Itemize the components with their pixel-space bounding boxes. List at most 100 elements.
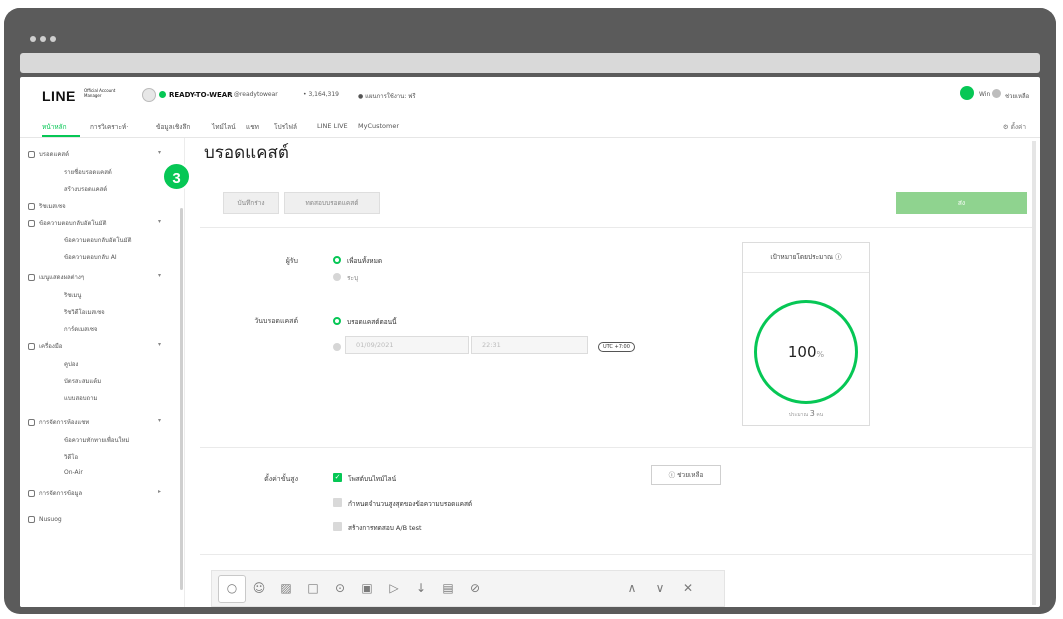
line-logo[interactable]: LINE: [42, 88, 76, 104]
sidebar-item-survey[interactable]: แบบสอบถาม: [64, 393, 98, 403]
help-link[interactable]: ช่วยเหลือ: [1005, 91, 1029, 101]
settings-link[interactable]: ⚙ ตั้งค่า: [1003, 122, 1026, 132]
friend-count: • 3,164,319: [303, 91, 339, 98]
chevron-down-icon[interactable]: ▾: [158, 341, 161, 348]
title-bar: [4, 8, 1056, 48]
sidebar-item-menus[interactable]: เมนูแสดงผลต่างๆ: [28, 272, 84, 282]
tab-insights[interactable]: ข้อมูลเชิงลึก: [156, 122, 190, 132]
close-icon[interactable]: ✕: [680, 580, 696, 596]
tools-icon: [28, 343, 35, 350]
message-toolbar: ○ ☺ ▨ □ ⊙ ▣ ▷ ↓ ▤ ⊘ ∧ ∨ ✕: [211, 570, 725, 607]
rich-message-icon[interactable]: ▣: [359, 580, 375, 596]
date-label: วันบรอดแคสต์: [254, 317, 298, 325]
top-header: LINE Official Account Manager READY-TO-W…: [20, 77, 1040, 115]
checkbox-limit[interactable]: [333, 498, 342, 507]
survey-icon[interactable]: ▤: [440, 580, 456, 596]
sidebar-item-coupon[interactable]: คูปอง: [64, 359, 78, 369]
sidebar-item-rich-message[interactable]: ริชเมสเซจ: [28, 201, 66, 211]
sidebar-item-data-mgmt[interactable]: การจัดการข้อมูล: [28, 488, 82, 498]
voice-icon[interactable]: ↓: [413, 580, 429, 596]
advanced-label: ตั้งค่าขั้นสูง: [264, 475, 298, 483]
test-broadcast-button[interactable]: ทดสอบบรอดแคสต์: [284, 192, 380, 214]
checkbox-ab-test[interactable]: [333, 522, 342, 531]
chevron-down-icon[interactable]: ▾: [158, 149, 161, 156]
account-avatar[interactable]: [142, 88, 156, 102]
user-status-icon[interactable]: [960, 86, 974, 100]
sidebar-item-rich-menu[interactable]: ริชเมนู: [64, 290, 81, 300]
estimate-note-pre: ประมาณ: [788, 412, 809, 418]
date-input[interactable]: 01/09/2021: [345, 336, 469, 354]
sidebar-item-label: บรอดแคสต์: [39, 151, 69, 158]
link-icon[interactable]: ⊘: [467, 580, 483, 596]
sidebar-item-card-message[interactable]: การ์ดเมสเซจ: [64, 324, 97, 334]
tab-analytics[interactable]: การวิเคราะห์·: [90, 122, 128, 132]
menu-icon: [28, 274, 35, 281]
time-input[interactable]: 22:31: [471, 336, 588, 354]
account-id[interactable]: ▾ @readytowear: [229, 91, 278, 98]
tab-home[interactable]: หน้าหลัก: [42, 122, 67, 132]
radio-send-now[interactable]: [333, 317, 341, 325]
sidebar-item-chat-settings[interactable]: การจัดการห้องแชท: [28, 417, 89, 427]
sidebar-item-auto-reply[interactable]: ข้อความตอบกลับอัตโนมัติ: [28, 218, 107, 228]
chevron-down-icon[interactable]: ▾: [158, 272, 161, 279]
sidebar-item-broadcast[interactable]: บรอดแคสต์: [28, 149, 69, 159]
image-icon[interactable]: ▨: [278, 580, 294, 596]
broadcast-icon: [28, 151, 35, 158]
sidebar-item-broadcast-list[interactable]: รายชื่อบรอดแคสต์: [64, 167, 112, 177]
option-limit[interactable]: กำหนดจำนวนสูงสุดของข้อความบรอดแคสต์: [348, 499, 472, 509]
tab-chat[interactable]: แชท: [246, 122, 259, 132]
sidebar-item-video[interactable]: วิดีโอ: [64, 452, 78, 462]
coupon-icon[interactable]: ⊙: [332, 580, 348, 596]
sidebar-item-auto-reply-msg[interactable]: ข้อความตอบกลับอัตโนมัติ: [64, 235, 132, 245]
option-all-friends[interactable]: เพื่อนทั้งหมด: [347, 256, 382, 266]
radio-specify[interactable]: [333, 273, 341, 281]
video-icon[interactable]: ▷: [386, 580, 402, 596]
window-dot-icon[interactable]: [40, 36, 46, 42]
sidebar-item-tools[interactable]: เครื่องมือ: [28, 341, 62, 351]
send-button[interactable]: ส่ง: [896, 192, 1027, 214]
verified-badge-icon: [159, 91, 166, 98]
sidebar-item-more[interactable]: Nusuog: [28, 516, 62, 523]
account-name[interactable]: READY-TO-WEAR: [169, 91, 233, 99]
main-scrollbar[interactable]: [1032, 141, 1036, 605]
window-dot-icon[interactable]: [30, 36, 36, 42]
sidebar-item-onair[interactable]: On-Air: [64, 469, 83, 476]
checkbox-timeline[interactable]: ✓: [333, 473, 342, 482]
sidebar-item-greeting[interactable]: ข้อความทักทายเพื่อนใหม่: [64, 435, 129, 445]
sidebar-item-auto-reply-ai[interactable]: ข้อความตอบกลับ AI: [64, 252, 117, 262]
sticker-icon[interactable]: ☺: [251, 580, 267, 596]
sidebar-item-reward-card[interactable]: บัตรสะสมแต้ม: [64, 376, 101, 386]
tab-profile[interactable]: โปรไฟล์: [274, 122, 297, 132]
text-icon[interactable]: ○: [224, 580, 240, 596]
sidebar-item-rich-video[interactable]: ริชวิดีโอเมสเซจ: [64, 307, 105, 317]
sidebar-item-broadcast-create[interactable]: สร้างบรอดแคสต์: [64, 184, 107, 194]
more-icon: [28, 516, 35, 523]
option-specify[interactable]: ระบุ: [347, 273, 358, 283]
chevron-down-icon[interactable]: ▾: [158, 417, 161, 424]
help-button[interactable]: ⓘ ช่วยเหลือ: [651, 465, 721, 485]
chevron-down-icon[interactable]: ▾: [158, 218, 161, 225]
estimate-title: เป้าหมายโดยประมาณ ⓘ: [743, 243, 869, 273]
radio-schedule[interactable]: [333, 343, 341, 351]
window-dot-icon[interactable]: [50, 36, 56, 42]
main-nav: หน้าหลัก การวิเคราะห์· ข้อมูลเชิงลึก ไทม…: [20, 115, 1040, 138]
tab-timeline[interactable]: ไทม์ไลน์: [212, 122, 236, 132]
sidebar-item-label: การจัดการข้อมูล: [39, 490, 83, 497]
chevron-up-icon[interactable]: ∧: [624, 580, 640, 596]
recipients-label: ผู้รับ: [285, 257, 298, 265]
chevron-right-icon[interactable]: ▸: [158, 488, 161, 495]
option-send-now[interactable]: บรอดแคสต์ตอนนี้: [347, 317, 396, 327]
option-timeline[interactable]: โพสต์บนไทม์ไลน์: [348, 474, 396, 484]
help-icon[interactable]: [992, 89, 1001, 98]
user-name[interactable]: Win: [979, 91, 990, 98]
radio-all-friends[interactable]: [333, 256, 341, 264]
tab-line-live[interactable]: LINE LIVE: [317, 122, 348, 130]
card-icon[interactable]: □: [305, 580, 321, 596]
option-ab-test[interactable]: สร้างการทดสอบ A/B test: [348, 523, 422, 533]
plan-status[interactable]: ● แผนการใช้งาน: ฟรี: [358, 91, 416, 101]
sidebar-scrollbar[interactable]: [180, 208, 183, 590]
chevron-down-icon[interactable]: ∨: [652, 580, 668, 596]
address-bar[interactable]: [20, 53, 1040, 73]
tab-mycustomer[interactable]: MyCustomer: [358, 122, 399, 130]
save-draft-button[interactable]: บันทึกร่าง: [223, 192, 279, 214]
